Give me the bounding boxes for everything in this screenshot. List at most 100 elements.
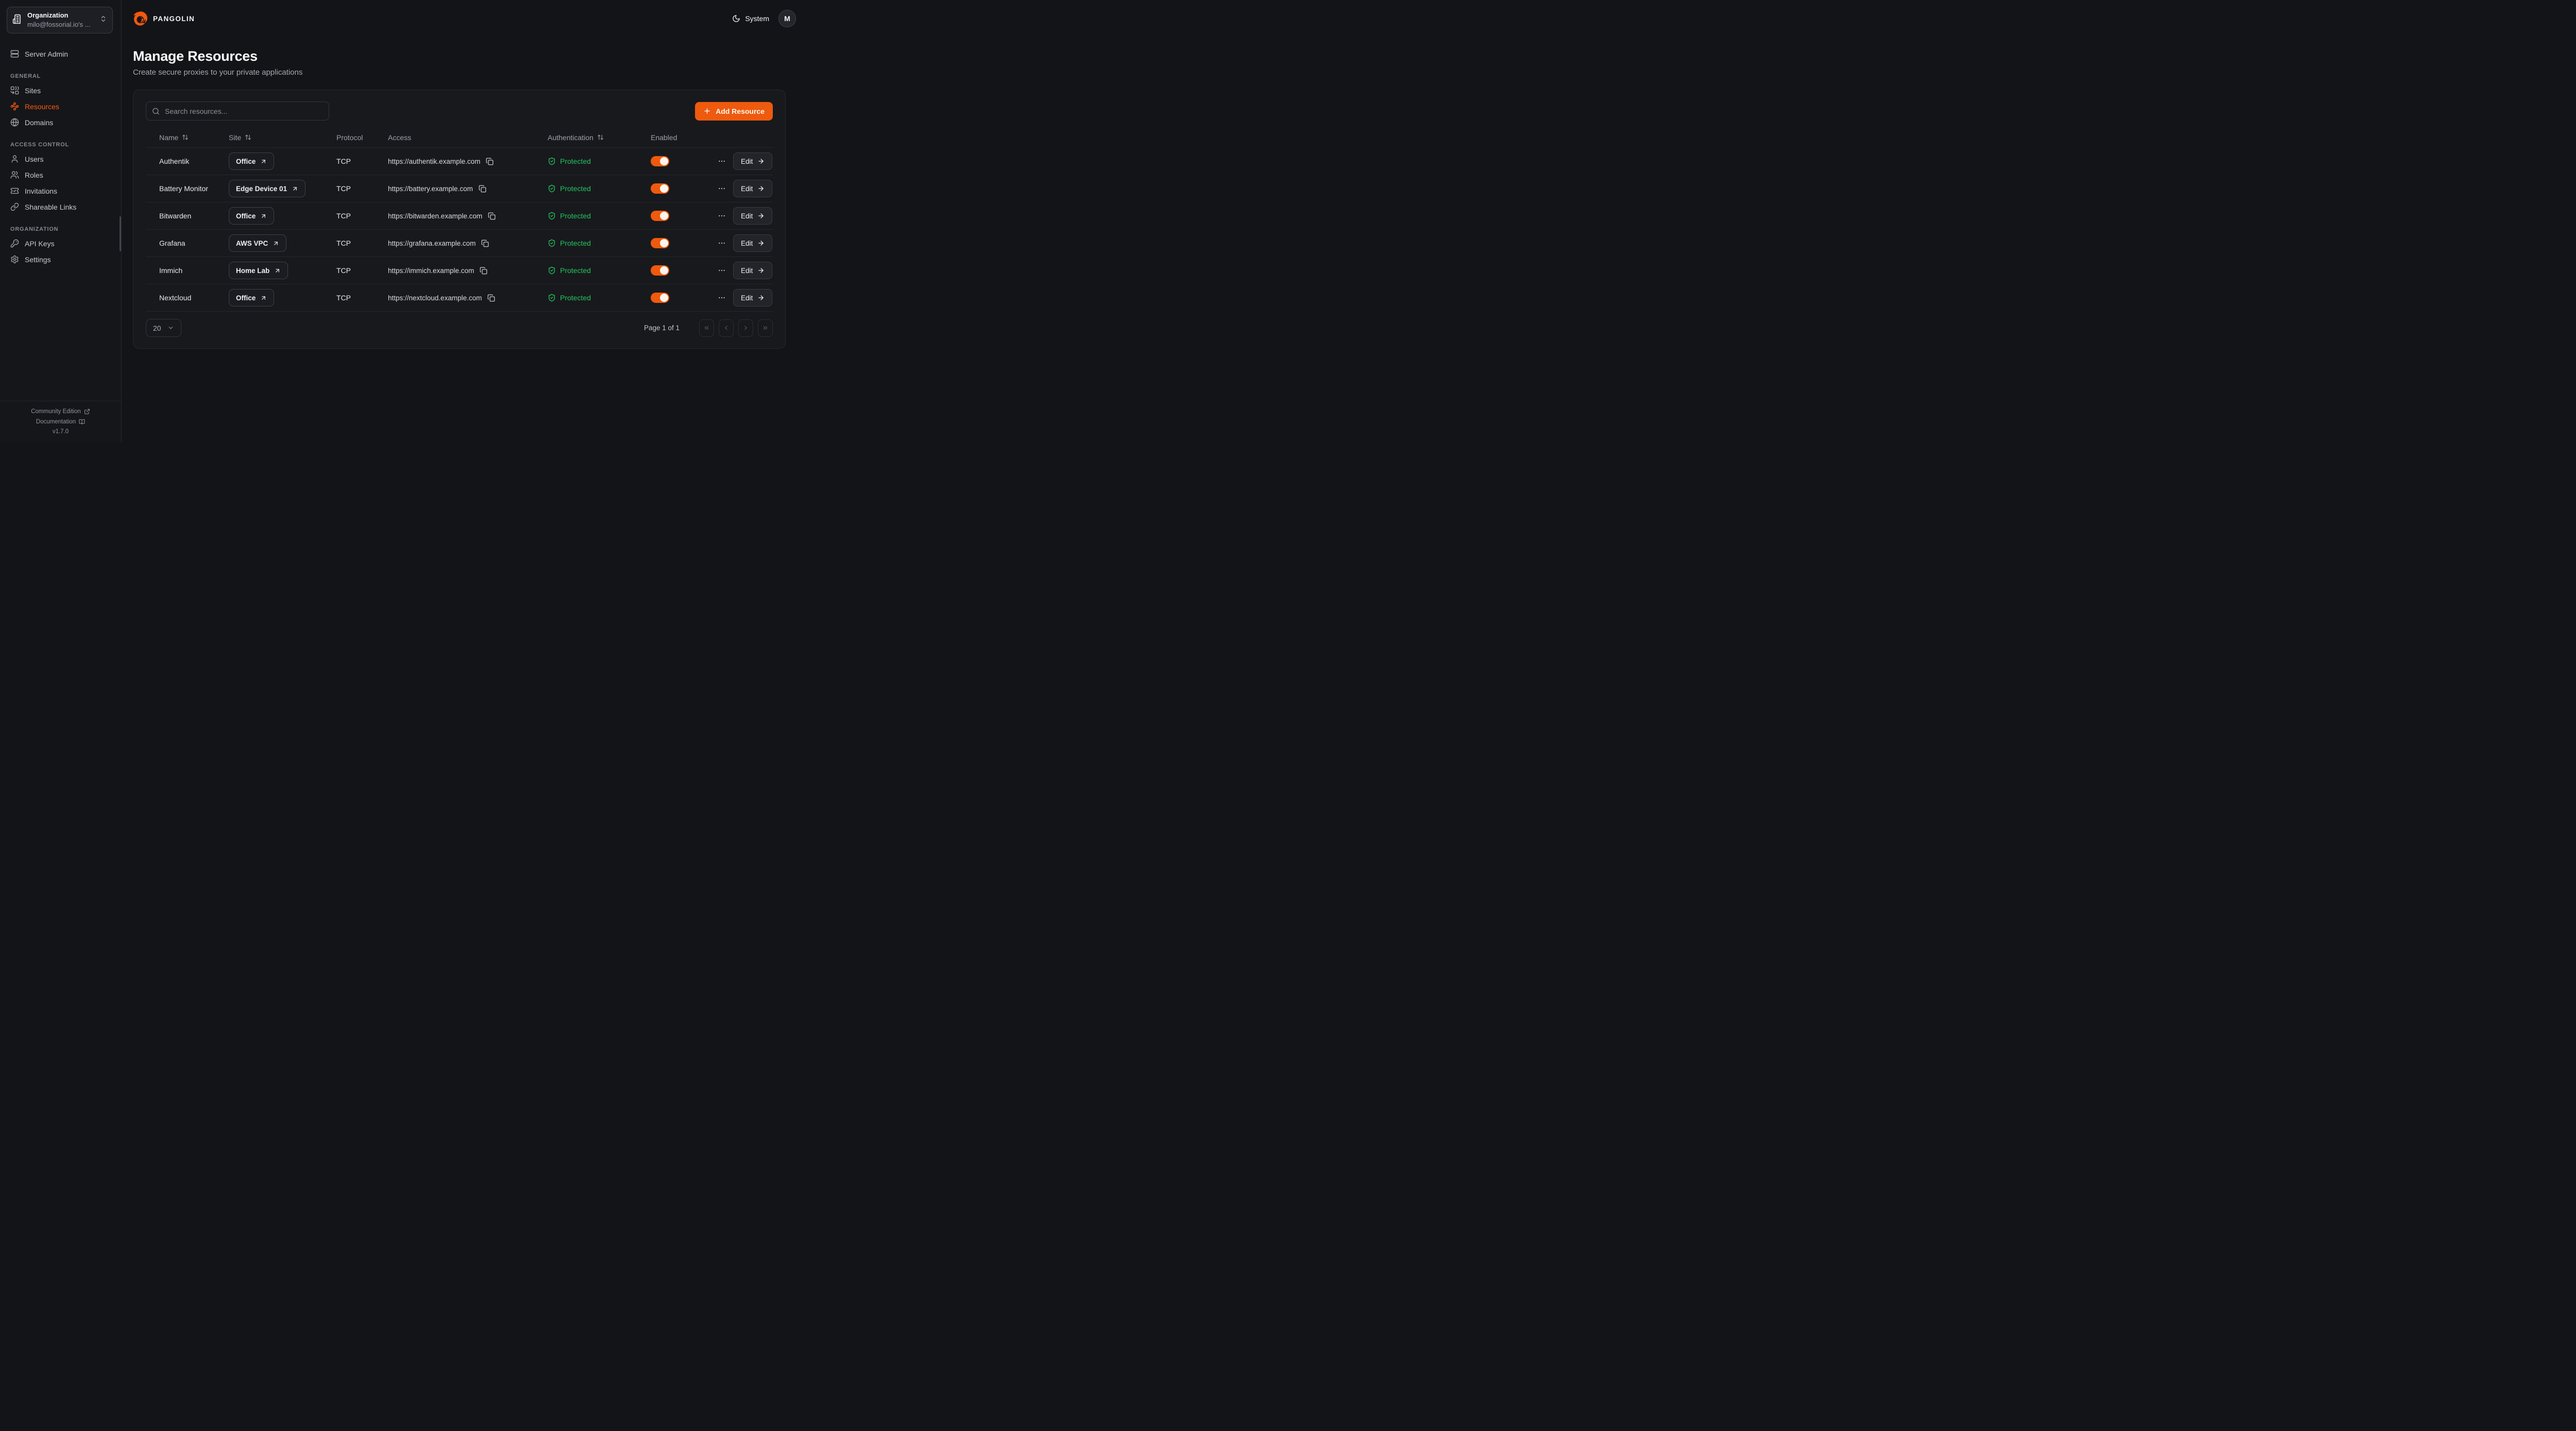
sidebar-nav: Server Admin GENERAL Sites Resources Dom… [0,39,121,401]
edit-button[interactable]: Edit [733,289,772,306]
sidebar-item-server-admin[interactable]: Server Admin [8,46,113,62]
sidebar-item-api-keys[interactable]: API Keys [8,235,113,251]
copy-url-button[interactable] [479,185,486,193]
avatar[interactable]: M [778,10,796,27]
sidebar-item-label: Sites [25,87,41,95]
enabled-toggle[interactable] [651,156,669,166]
prev-page-button[interactable] [719,319,734,337]
copy-url-button[interactable] [488,212,496,220]
site-link[interactable]: AWS VPC [229,234,286,252]
enabled-toggle[interactable] [651,183,669,194]
copy-url-button[interactable] [480,267,487,275]
auth-badge: Protected [548,294,591,302]
org-selector[interactable]: Organization milo@fossorial.io's ... [7,7,113,33]
toggle-thumb [660,294,668,302]
row-menu-button[interactable] [718,294,726,302]
edit-button[interactable]: Edit [733,207,772,225]
resource-url: https://battery.example.com [388,185,473,193]
site-link[interactable]: Home Lab [229,262,288,279]
section-label-general: GENERAL [10,73,113,79]
sidebar-item-label: Server Admin [25,50,68,58]
resource-protocol: TCP [336,184,388,193]
toggle-thumb [660,157,668,165]
shield-check-icon [548,212,556,220]
sidebar-scrollbar-thumb[interactable] [120,216,121,251]
next-page-button[interactable] [738,319,753,337]
section-label-organization: ORGANIZATION [10,226,113,232]
auth-badge: Protected [548,239,591,247]
enabled-toggle[interactable] [651,238,669,248]
copy-icon [480,267,487,275]
sidebar-item-label: Roles [25,171,43,179]
resource-name: Bitwarden [146,212,229,220]
sidebar-item-sites[interactable]: Sites [8,82,113,98]
column-header-name[interactable]: Name [146,133,229,142]
enabled-toggle[interactable] [651,293,669,303]
row-menu-button[interactable] [718,157,726,165]
toggle-thumb [660,266,668,275]
resource-name: Immich [146,266,229,275]
row-menu-button[interactable] [718,212,726,220]
arrow-up-right-icon [260,295,267,301]
ellipsis-icon [718,157,726,165]
documentation-link[interactable]: Documentation [4,417,117,427]
waypoints-icon [10,102,19,111]
sidebar-item-resources[interactable]: Resources [8,98,113,114]
page-size-select[interactable]: 20 [146,319,181,337]
resource-name: Battery Monitor [146,184,229,193]
auth-badge: Protected [548,212,591,220]
add-resource-button[interactable]: Add Resource [695,102,773,121]
sort-icon [597,134,604,141]
sidebar-item-label: Domains [25,118,53,127]
site-link[interactable]: Office [229,289,274,306]
resource-protocol: TCP [336,212,388,220]
edit-button[interactable]: Edit [733,152,772,170]
arrow-up-right-icon [260,213,267,219]
shield-check-icon [548,239,556,247]
site-link[interactable]: Office [229,207,274,225]
sidebar-item-roles[interactable]: Roles [8,167,113,183]
sidebar-item-users[interactable]: Users [8,151,113,167]
link-icon [10,202,19,211]
theme-label: System [745,14,769,23]
row-menu-button[interactable] [718,239,726,247]
auth-badge: Protected [548,266,591,275]
copy-icon [487,294,495,302]
edit-button[interactable]: Edit [733,234,772,252]
site-link[interactable]: Edge Device 01 [229,180,306,197]
sidebar-item-shareable-links[interactable]: Shareable Links [8,199,113,215]
row-menu-button[interactable] [718,184,726,193]
copy-icon [481,240,489,247]
copy-url-button[interactable] [486,158,494,165]
org-value: milo@fossorial.io's ... [27,21,91,28]
user-icon [10,155,19,163]
ellipsis-icon [718,266,726,275]
last-page-button[interactable] [758,319,773,337]
edit-button[interactable]: Edit [733,180,772,197]
sidebar-item-domains[interactable]: Domains [8,114,113,130]
enabled-toggle[interactable] [651,265,669,276]
sidebar-item-invitations[interactable]: Invitations [8,183,113,199]
theme-switcher[interactable]: System [732,14,769,23]
sidebar-item-settings[interactable]: Settings [8,251,113,267]
chevrons-right-icon [762,325,769,331]
arrow-up-right-icon [292,185,298,192]
search-input[interactable] [146,101,329,121]
edit-button[interactable]: Edit [733,262,772,279]
enabled-toggle[interactable] [651,211,669,221]
copy-url-button[interactable] [481,240,489,247]
community-edition-link[interactable]: Community Edition [4,406,117,417]
arrow-up-right-icon [274,267,281,274]
arrow-right-icon [757,185,765,192]
column-header-authentication[interactable]: Authentication [548,133,651,142]
site-link[interactable]: Office [229,152,274,170]
toggle-thumb [660,184,668,193]
first-page-button[interactable] [699,319,714,337]
resource-protocol: TCP [336,294,388,302]
avatar-initial: M [784,14,790,23]
copy-url-button[interactable] [487,294,495,302]
brand-name: PANGOLIN [153,15,195,23]
column-header-site[interactable]: Site [229,133,336,142]
version-label: v1.7.0 [4,427,117,436]
row-menu-button[interactable] [718,266,726,275]
